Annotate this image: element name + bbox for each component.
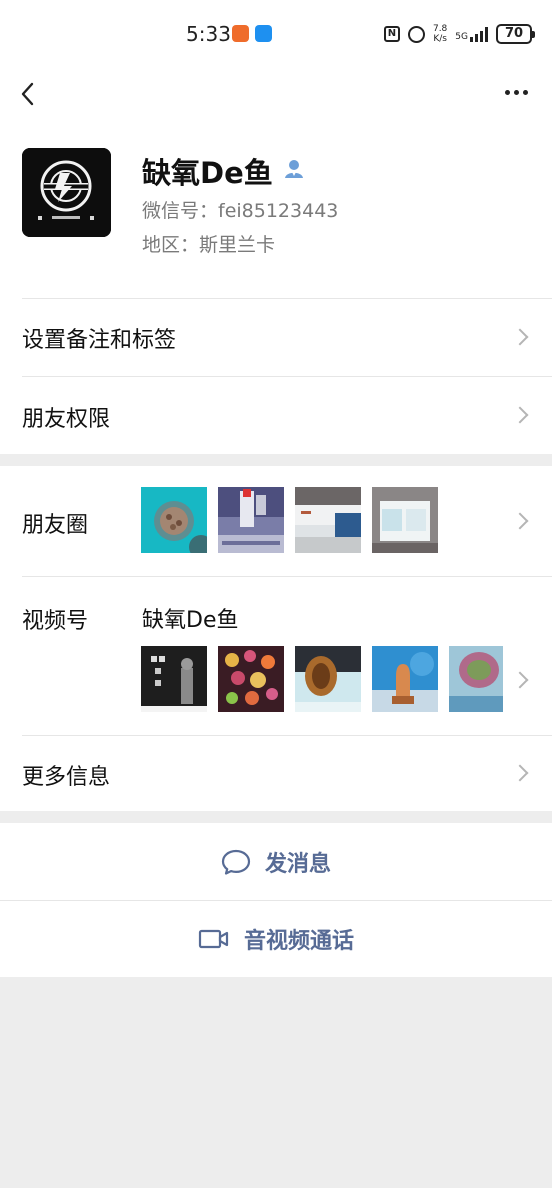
network-speed: 7.8 K/s [432,24,448,44]
channels-name: 缺氧De鱼 [142,608,239,633]
channels-video-1 [141,646,207,712]
chevron-right-icon [511,512,529,530]
moments-photo-2 [218,487,284,553]
channels-video-4 [372,646,438,712]
channels-row[interactable]: 视频号 缺氧De鱼 [0,576,552,735]
more-info-row[interactable]: 更多信息 [0,735,552,811]
nav-bar [0,66,552,122]
friend-permissions-label: 朋友权限 [22,407,111,432]
wechat-id: 微信号：fei85123443 [142,200,339,222]
send-message-button[interactable]: 发消息 [0,823,552,900]
video-camera-icon [198,929,229,949]
more-info-label: 更多信息 [22,765,111,790]
channels-video-2 [218,646,284,712]
nfc-icon: N [383,26,400,42]
chat-bubble-icon [221,849,251,875]
channels-video-3 [295,646,361,712]
moments-label: 朋友圈 [22,513,89,538]
chevron-right-icon [511,406,529,424]
chevron-right-icon [511,671,529,689]
more-options-icon[interactable] [505,90,528,95]
back-arrow-icon[interactable] [18,80,44,108]
verified-person-icon [285,160,303,178]
moments-row[interactable]: 朋友圈 [0,466,552,576]
send-message-label: 发消息 [264,851,331,877]
video-call-label: 音视频通话 [243,929,354,954]
region: 地区：斯里兰卡 [142,234,276,256]
video-call-button[interactable]: 音视频通话 [0,901,552,977]
chevron-right-icon [511,764,529,782]
channels-label: 视频号 [22,609,89,634]
moments-photo-3 [295,487,361,553]
avatar[interactable] [22,148,111,237]
shopping-app-notification-icon [232,25,249,42]
channels-video-5 [449,646,503,712]
moments-photo-1 [141,487,207,553]
remark-tags-row[interactable]: 设置备注和标签 [0,298,552,376]
profile-header: 缺氧De鱼 微信号：fei85123443 地区：斯里兰卡 [0,122,552,298]
status-time: 5:33 [186,22,231,46]
friend-permissions-row[interactable]: 朋友权限 [0,376,552,454]
message-app-notification-icon [255,25,272,42]
chevron-right-icon [511,328,529,346]
signal-icon [470,26,488,42]
network-type: 5G [455,32,468,42]
remark-tags-label: 设置备注和标签 [22,328,177,353]
battery-indicator: 70 [496,24,535,44]
alarm-icon [407,25,425,43]
nickname: 缺氧De鱼 [142,156,273,190]
moments-photo-4 [372,487,438,553]
status-bar: 5:33 N 7.8 K/s 5G 70 [0,0,552,66]
